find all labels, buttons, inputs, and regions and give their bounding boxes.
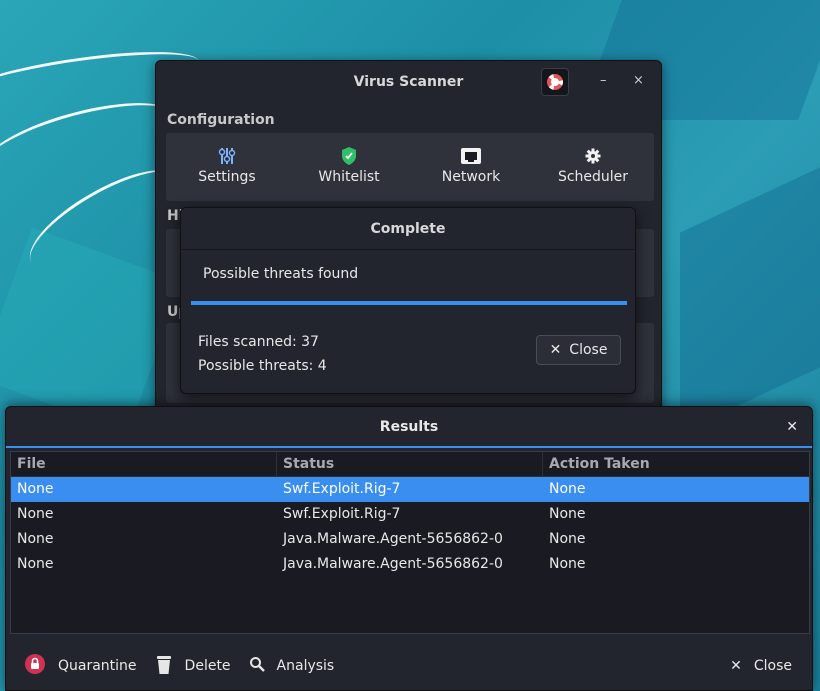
cell-action: None [549, 556, 586, 572]
shield-icon [288, 145, 410, 167]
scheduler-button[interactable]: Scheduler [532, 133, 654, 201]
cell-status: Java.Malware.Agent-5656862-0 [283, 556, 503, 572]
results-close-button[interactable]: ✕ Close [730, 658, 792, 674]
results-title: Results [6, 407, 812, 448]
desktop-shape [680, 167, 820, 433]
delete-label: Delete [184, 658, 231, 674]
whitelist-button[interactable]: Whitelist [288, 133, 410, 201]
delete-button[interactable]: Delete [155, 653, 231, 679]
table-row[interactable]: None Swf.Exploit.Rig-7 None [11, 477, 809, 502]
ethernet-port-icon [410, 145, 532, 167]
complete-dialog: Complete Possible threats found Files sc… [180, 207, 636, 394]
close-icon: ✕ [549, 342, 562, 358]
scheduler-label: Scheduler [557, 169, 629, 185]
cell-file: None [17, 481, 54, 497]
cell-action: None [549, 506, 586, 522]
scan-progress-bar [191, 301, 627, 305]
network-label: Network [441, 169, 501, 185]
quarantine-button[interactable]: Quarantine [24, 653, 137, 679]
trash-icon [155, 653, 173, 679]
configuration-label: Configuration [167, 112, 275, 128]
gear-icon [532, 145, 654, 167]
cell-status: Swf.Exploit.Rig-7 [283, 481, 401, 497]
window-title: Virus Scanner [353, 74, 464, 90]
cell-action: None [549, 531, 586, 547]
dialog-close-label: Close [569, 342, 608, 358]
lifebuoy-icon [547, 74, 563, 90]
configuration-panel: Settings Whitelist Network Scheduler [166, 133, 654, 201]
cell-status: Swf.Exploit.Rig-7 [283, 506, 401, 522]
result-message: Possible threats found [203, 266, 359, 282]
files-scanned-text: Files scanned: 37 [198, 334, 319, 350]
possible-threats-text: Possible threats: 4 [198, 358, 327, 374]
settings-button[interactable]: Settings [166, 133, 288, 201]
progress-fill [191, 301, 627, 305]
cell-file: None [17, 556, 54, 572]
close-icon: ✕ [730, 658, 742, 674]
results-table: File Status Action Taken None Swf.Exploi… [10, 451, 810, 634]
table-row[interactable]: None Java.Malware.Agent-5656862-0 None [11, 552, 809, 577]
search-icon [249, 656, 265, 676]
column-header-status[interactable]: Status [277, 452, 543, 476]
column-header-action[interactable]: Action Taken [543, 452, 809, 476]
close-window-button[interactable]: × [633, 73, 644, 88]
titlebar[interactable]: Virus Scanner – × [156, 61, 661, 103]
dialog-title: Complete [181, 208, 635, 250]
results-close-icon[interactable]: ✕ [786, 419, 798, 435]
table-row[interactable]: None Java.Malware.Agent-5656862-0 None [11, 527, 809, 552]
results-window: Results ✕ File Status Action Taken None … [5, 406, 813, 691]
table-header: File Status Action Taken [11, 452, 809, 477]
settings-label: Settings [198, 169, 256, 185]
dialog-close-button[interactable]: ✕ Close [536, 335, 621, 365]
table-row[interactable]: None Swf.Exploit.Rig-7 None [11, 502, 809, 527]
cell-file: None [17, 506, 54, 522]
help-button[interactable] [541, 68, 569, 96]
analysis-label: Analysis [276, 658, 335, 674]
scan-stats: Files scanned: 37 Possible threats: 4 [198, 330, 327, 378]
column-header-file[interactable]: File [11, 452, 277, 476]
cell-action: None [549, 481, 586, 497]
results-action-bar: Quarantine Delete Analysis ✕ Close [6, 641, 812, 691]
cell-file: None [17, 531, 54, 547]
sliders-icon [166, 145, 288, 167]
whitelist-label: Whitelist [318, 169, 380, 185]
quarantine-label: Quarantine [58, 658, 137, 674]
results-close-label: Close [753, 658, 792, 674]
analysis-button[interactable]: Analysis [249, 656, 335, 676]
cell-status: Java.Malware.Agent-5656862-0 [283, 531, 503, 547]
minimize-button[interactable]: – [600, 73, 607, 88]
network-button[interactable]: Network [410, 133, 532, 201]
lock-icon [24, 653, 46, 679]
